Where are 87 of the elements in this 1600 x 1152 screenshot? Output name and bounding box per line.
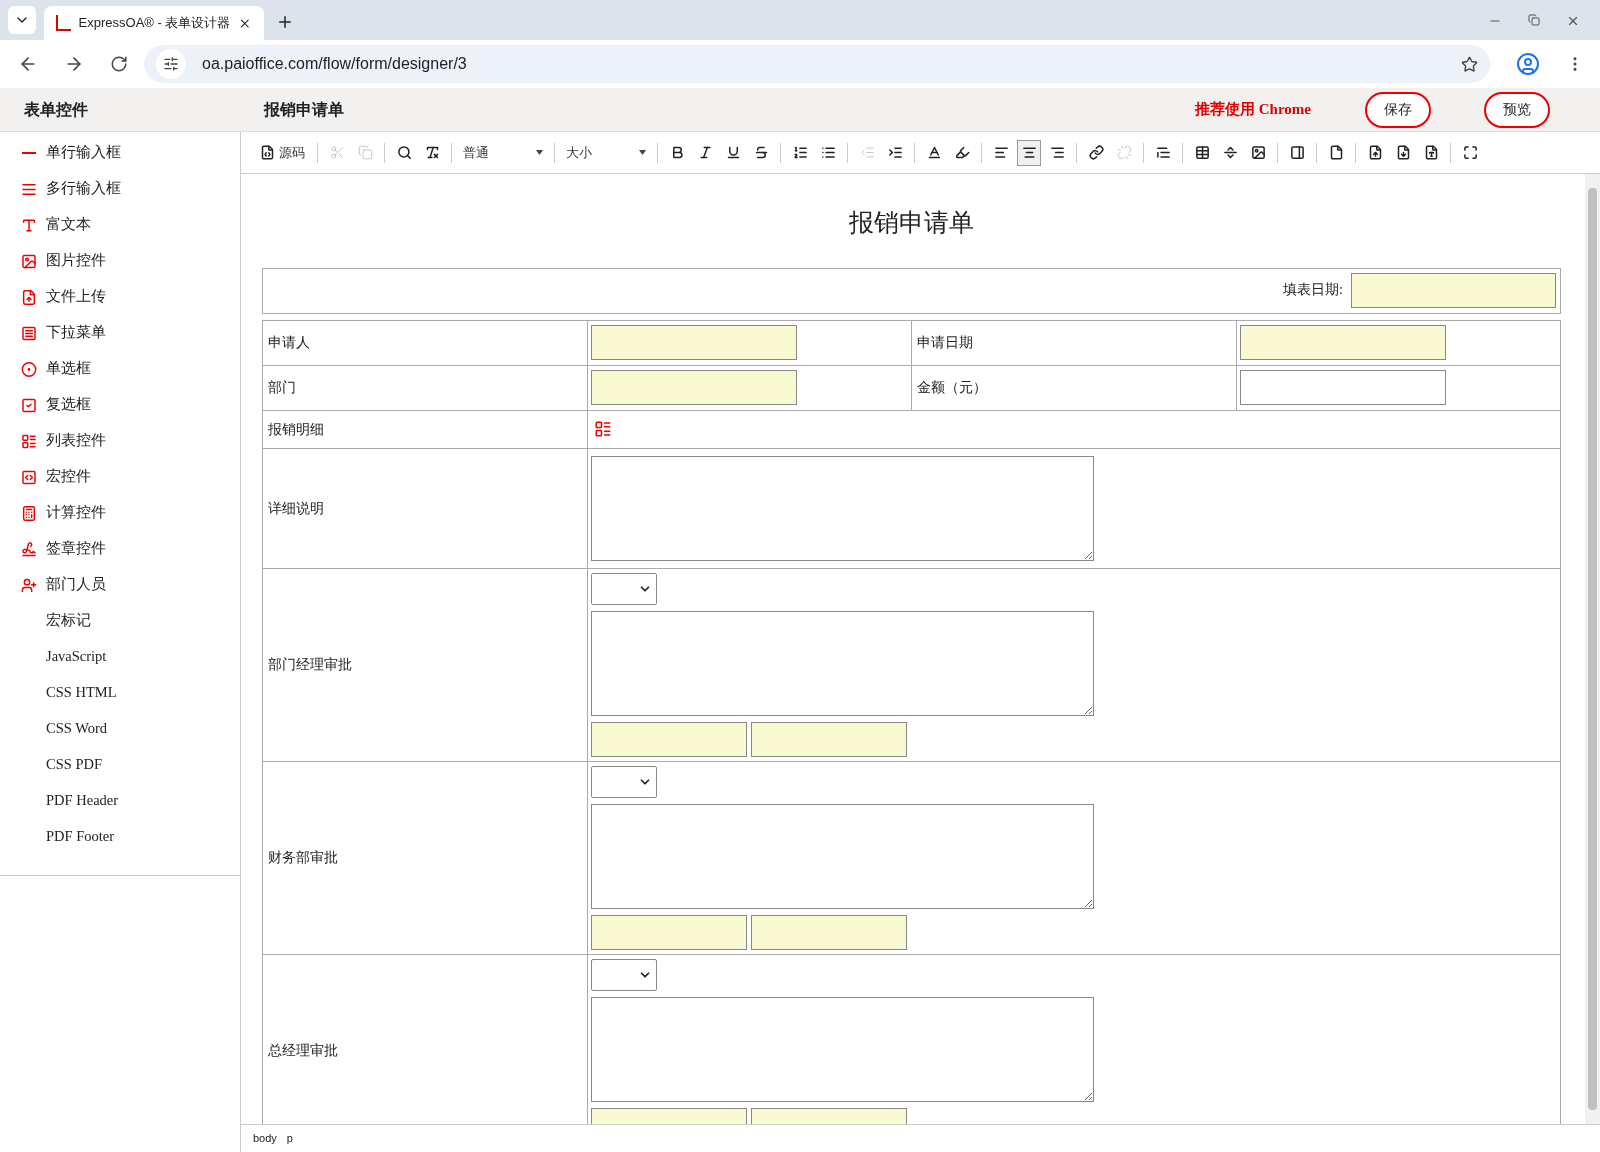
field-label: 详细说明 (268, 500, 324, 516)
dropdown-select[interactable] (590, 958, 657, 991)
letter-icon (21, 216, 37, 234)
input-field[interactable] (590, 721, 747, 757)
dropdown-select[interactable] (590, 572, 657, 605)
user-plus-icon (21, 576, 37, 594)
scrollbar[interactable] (1585, 174, 1600, 1124)
input-field[interactable] (1239, 325, 1446, 360)
profile-icon[interactable] (1516, 52, 1540, 76)
input-field[interactable] (590, 914, 747, 950)
element-path-item[interactable]: p (286, 1130, 293, 1147)
sidebar-item[interactable]: 宏标记 (0, 603, 240, 639)
sidebar-item[interactable]: CSS Word (0, 711, 240, 747)
site-settings-icon[interactable] (163, 56, 179, 72)
input-field[interactable] (750, 914, 907, 950)
tab-list-button[interactable] (8, 6, 36, 34)
reload-icon[interactable] (110, 55, 128, 73)
sidebar-item[interactable]: 复选框 (0, 387, 240, 423)
input-field[interactable] (750, 721, 907, 757)
dropdown-icon (21, 324, 37, 342)
field-label: 申请人 (268, 335, 310, 350)
text-area[interactable] (590, 803, 1094, 909)
sidebar-item[interactable]: 多行输入框 (0, 171, 240, 207)
caret-icon (536, 150, 543, 155)
sidebar-item[interactable]: PDF Header (0, 783, 240, 819)
sidebar-item[interactable]: 单行输入框 (0, 135, 240, 171)
sidebar-item[interactable]: CSS PDF (0, 747, 240, 783)
input-field[interactable] (1239, 370, 1446, 405)
toolbar-dropdown[interactable]: 大小 (562, 140, 650, 165)
text-area[interactable] (590, 610, 1094, 716)
calculator-icon (21, 504, 37, 522)
file-upload-icon (21, 288, 37, 306)
preview-button[interactable]: 预览 (1484, 91, 1550, 128)
checkbox-icon (21, 396, 37, 414)
tab-title: ExpressOA® - 表单设计器 (78, 14, 231, 33)
form-title: 报销申请单 (262, 99, 344, 120)
sidebar-item[interactable]: 列表控件 (0, 423, 240, 459)
sidebar-item[interactable]: PDF Footer (0, 819, 240, 855)
form-heading: 报销申请单 (848, 208, 975, 238)
sidebar-item[interactable]: 签章控件 (0, 531, 240, 567)
text-area[interactable] (590, 996, 1094, 1102)
close-window-icon[interactable] (1566, 14, 1580, 28)
align-center-button[interactable] (1017, 139, 1041, 166)
sidebar-item[interactable]: 图片控件 (0, 243, 240, 279)
list-icon (21, 432, 37, 450)
sidebar-item[interactable]: 富文本 (0, 207, 240, 243)
field-label: 总经理审批 (268, 1043, 338, 1058)
sidebar-item[interactable]: 文件上传 (0, 279, 240, 315)
input-field[interactable] (590, 370, 797, 405)
dropdown-select[interactable] (590, 765, 657, 798)
browser-notice: 推荐使用 Chrome (1195, 100, 1311, 120)
list-icon[interactable] (593, 420, 612, 438)
bookmark-star-icon[interactable] (1461, 55, 1478, 73)
source-button[interactable]: 源码 (255, 139, 310, 166)
sidebar-item[interactable]: 单选框 (0, 351, 240, 387)
dash-icon (22, 152, 36, 154)
field-label: 部门 (268, 380, 296, 395)
input-field[interactable] (1351, 273, 1556, 308)
field-label: 报销明细 (268, 421, 324, 437)
save-button[interactable]: 保存 (1365, 91, 1431, 128)
field-label: 金额（元） (917, 380, 987, 395)
field-label: 财务部审批 (268, 850, 338, 865)
app-logo-icon (56, 15, 71, 31)
sidebar-item[interactable]: 计算控件 (0, 495, 240, 531)
browser-tab[interactable]: ExpressOA® - 表单设计器 (44, 6, 264, 40)
sidebar-item[interactable]: CSS HTML (0, 675, 240, 711)
code-icon (21, 468, 37, 486)
field-label: 填表日期: (1283, 281, 1343, 297)
field-label: 申请日期 (917, 335, 973, 350)
sidebar-item[interactable]: 部门人员 (0, 567, 240, 603)
image-icon (21, 252, 37, 270)
text-area[interactable] (590, 455, 1094, 561)
url-text: oa.paioffice.com/flow/form/designer/3 (202, 54, 468, 74)
radio-icon (21, 360, 37, 378)
field-label: 部门经理审批 (268, 657, 352, 672)
sidebar-item[interactable]: 下拉菜单 (0, 315, 240, 351)
address-bar[interactable]: oa.paioffice.com/flow/form/designer/3 (144, 45, 1490, 83)
signature-icon (21, 540, 37, 558)
panel-title: 表单控件 (23, 99, 89, 120)
input-field[interactable] (590, 325, 797, 360)
toolbar-dropdown[interactable]: 普通 (459, 140, 547, 165)
new-tab-icon[interactable] (276, 13, 294, 31)
element-path-item[interactable]: body (253, 1130, 277, 1147)
caret-icon (639, 150, 646, 155)
sidebar-item[interactable]: JavaScript (0, 639, 240, 675)
sidebar-item[interactable]: 宏控件 (0, 459, 240, 495)
restore-icon[interactable] (1528, 14, 1540, 26)
